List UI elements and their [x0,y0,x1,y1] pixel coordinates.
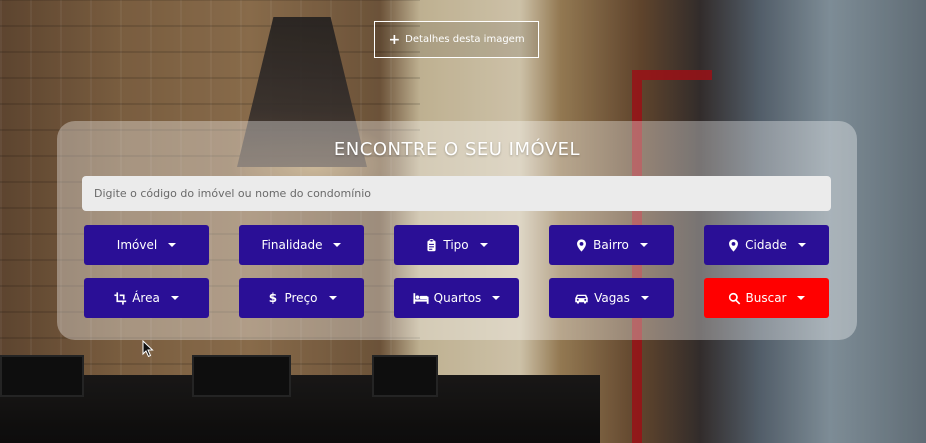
bairro-dropdown-button[interactable]: Bairro [549,225,674,265]
image-details-label: Detalhes desta imagem [405,34,525,45]
quartos-dropdown-button[interactable]: Quartos [394,278,519,318]
dollar-icon: $ [268,291,278,305]
caret-down-icon [328,296,337,300]
map-marker-icon [727,238,740,252]
buscar-button[interactable]: Buscar [704,278,829,318]
caret-down-icon [170,296,179,300]
preco-label: Preço [284,291,318,305]
mouse-cursor-icon [142,340,154,358]
property-search-panel: ENCONTRE O SEU IMÓVEL Imóvel Finalidade … [57,121,857,340]
caret-down-icon [492,296,501,300]
map-marker-icon [575,238,588,252]
caret-down-icon [797,296,806,300]
caret-down-icon [640,296,649,300]
tipo-label: Tipo [443,238,469,252]
vagas-label: Vagas [594,291,630,305]
search-icon [728,292,741,305]
caret-down-icon [479,243,488,247]
crop-icon [114,291,127,305]
caret-down-icon [797,243,806,247]
caret-down-icon [168,243,177,247]
buscar-label: Buscar [745,291,787,305]
bed-icon [413,292,429,305]
finalidade-dropdown-button[interactable]: Finalidade [239,225,364,265]
image-details-button[interactable]: + Detalhes desta imagem [374,21,539,58]
preco-dropdown-button[interactable]: $ Preço [239,278,364,318]
panel-title: ENCONTRE O SEU IMÓVEL [333,139,581,160]
area-dropdown-button[interactable]: Área [84,278,209,318]
imovel-dropdown-button[interactable]: Imóvel [84,225,209,265]
area-label: Área [132,291,160,305]
bairro-label: Bairro [593,238,629,252]
clipboard-icon [425,238,438,252]
cidade-dropdown-button[interactable]: Cidade [704,225,829,265]
plus-icon: + [388,31,401,48]
tipo-dropdown-button[interactable]: Tipo [394,225,519,265]
car-icon [574,292,589,305]
imovel-label: Imóvel [116,238,158,252]
property-code-search-input[interactable] [82,176,831,211]
vagas-dropdown-button[interactable]: Vagas [549,278,674,318]
caret-down-icon [639,243,648,247]
quartos-label: Quartos [433,291,482,305]
finalidade-label: Finalidade [261,238,323,252]
cidade-label: Cidade [745,238,787,252]
caret-down-icon [333,243,342,247]
